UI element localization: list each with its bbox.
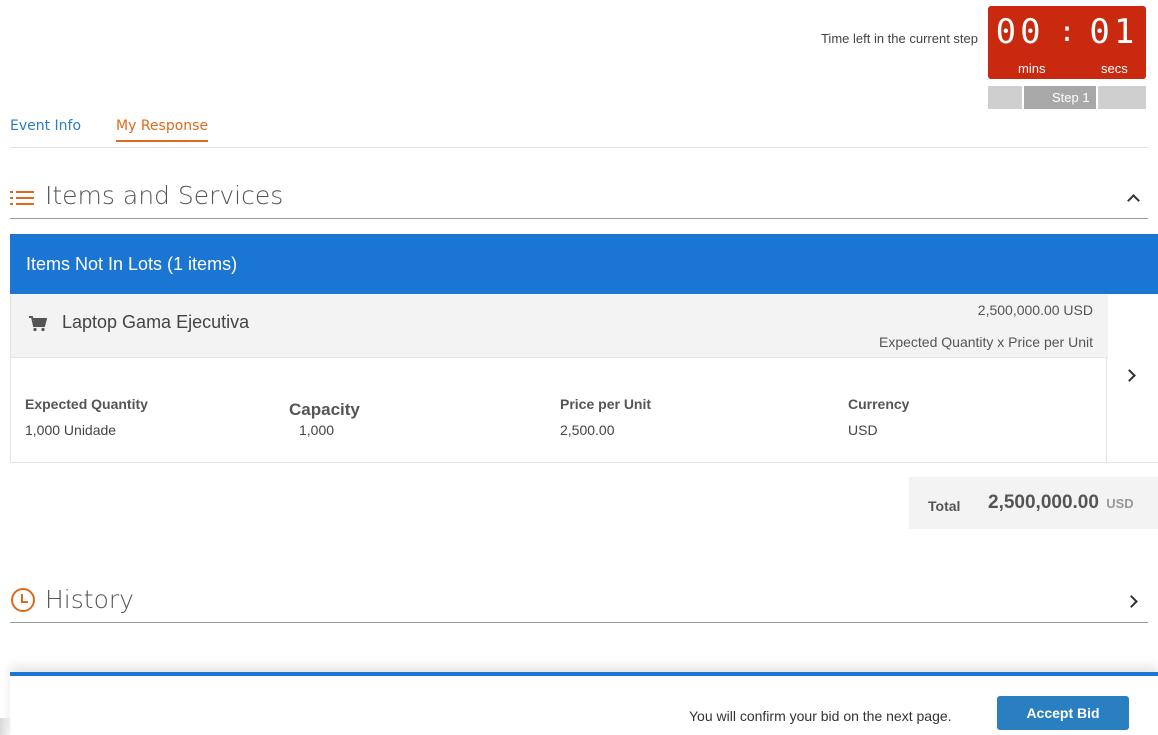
field-label: Price per Unit xyxy=(560,396,652,412)
lot-header: Items Not In Lots (1 items) xyxy=(10,234,1158,294)
total-amount: 2,500,000.00 USD xyxy=(988,492,1134,514)
tab-bar: Event Info My Response xyxy=(10,118,1148,148)
footer-message: You will confirm your bid on the next pa… xyxy=(689,708,952,724)
section-title: Items and Services xyxy=(45,181,284,210)
line-item-header: Laptop Gama Ejecutiva 2,500,000.00 USD E… xyxy=(11,294,1108,358)
countdown-timer: 00 : 01 mins secs xyxy=(988,6,1146,79)
field-value: 1,000 xyxy=(299,422,335,438)
timer-digits: 00 : 01 xyxy=(988,14,1146,50)
history-header[interactable]: History xyxy=(10,582,1148,623)
step-segment-next xyxy=(1098,86,1146,109)
footer-bar: You will confirm your bid on the next pa… xyxy=(10,672,1158,735)
timer-seconds: 01 xyxy=(1089,12,1139,52)
total-box: Total 2,500,000.00 USD xyxy=(909,477,1158,529)
timer-colon: : xyxy=(1058,15,1076,48)
field-value: 1,000 Unidade xyxy=(25,422,117,438)
list-icon xyxy=(10,191,34,207)
field-value: 2,500.00 xyxy=(560,422,615,438)
field-label: Expected Quantity xyxy=(25,396,148,412)
items-services-header[interactable]: Items and Services xyxy=(10,178,1148,219)
accept-bid-button[interactable]: Accept Bid xyxy=(997,696,1129,730)
step-segment-previous xyxy=(988,86,1022,109)
step-segment-current: Step 1 xyxy=(1024,86,1096,109)
timer-mins-label: mins xyxy=(1018,61,1046,76)
chevron-right-icon[interactable] xyxy=(1123,369,1136,382)
item-extended-amount: 2,500,000.00 USD xyxy=(977,302,1093,318)
total-currency: USD xyxy=(1106,496,1134,511)
total-label: Total xyxy=(928,498,961,514)
section-title: History xyxy=(45,585,134,614)
field-label: Capacity xyxy=(289,400,360,419)
field-value: USD xyxy=(848,422,878,438)
cart-icon xyxy=(29,316,47,332)
tab-my-response[interactable]: My Response xyxy=(116,118,209,142)
step-progress: Step 1 xyxy=(988,86,1158,109)
field-capacity: Capacity 1,000 xyxy=(289,400,360,438)
item-detail-toggle[interactable] xyxy=(1107,294,1158,463)
timer-label: Time left in the current step xyxy=(820,31,978,46)
tab-event-info[interactable]: Event Info xyxy=(10,118,81,134)
line-item-card[interactable]: Laptop Gama Ejecutiva 2,500,000.00 USD E… xyxy=(10,294,1108,463)
edge-shadow xyxy=(0,718,12,735)
chevron-right-icon[interactable] xyxy=(1125,595,1138,608)
item-formula: Expected Quantity x Price per Unit xyxy=(879,334,1093,350)
field-price-per-unit: Price per Unit 2,500.00 xyxy=(560,396,651,438)
timer-secs-label: secs xyxy=(1101,61,1128,76)
field-label: Currency xyxy=(848,396,910,412)
field-currency: Currency USD xyxy=(848,396,909,438)
item-name: Laptop Gama Ejecutiva xyxy=(62,312,250,332)
field-expected-quantity: Expected Quantity 1,000 Unidade xyxy=(25,396,148,438)
total-value: 2,500,000.00 xyxy=(988,492,1099,513)
chevron-up-icon[interactable] xyxy=(1127,194,1140,207)
clock-icon xyxy=(11,588,35,612)
timer-minutes: 00 xyxy=(995,12,1045,52)
